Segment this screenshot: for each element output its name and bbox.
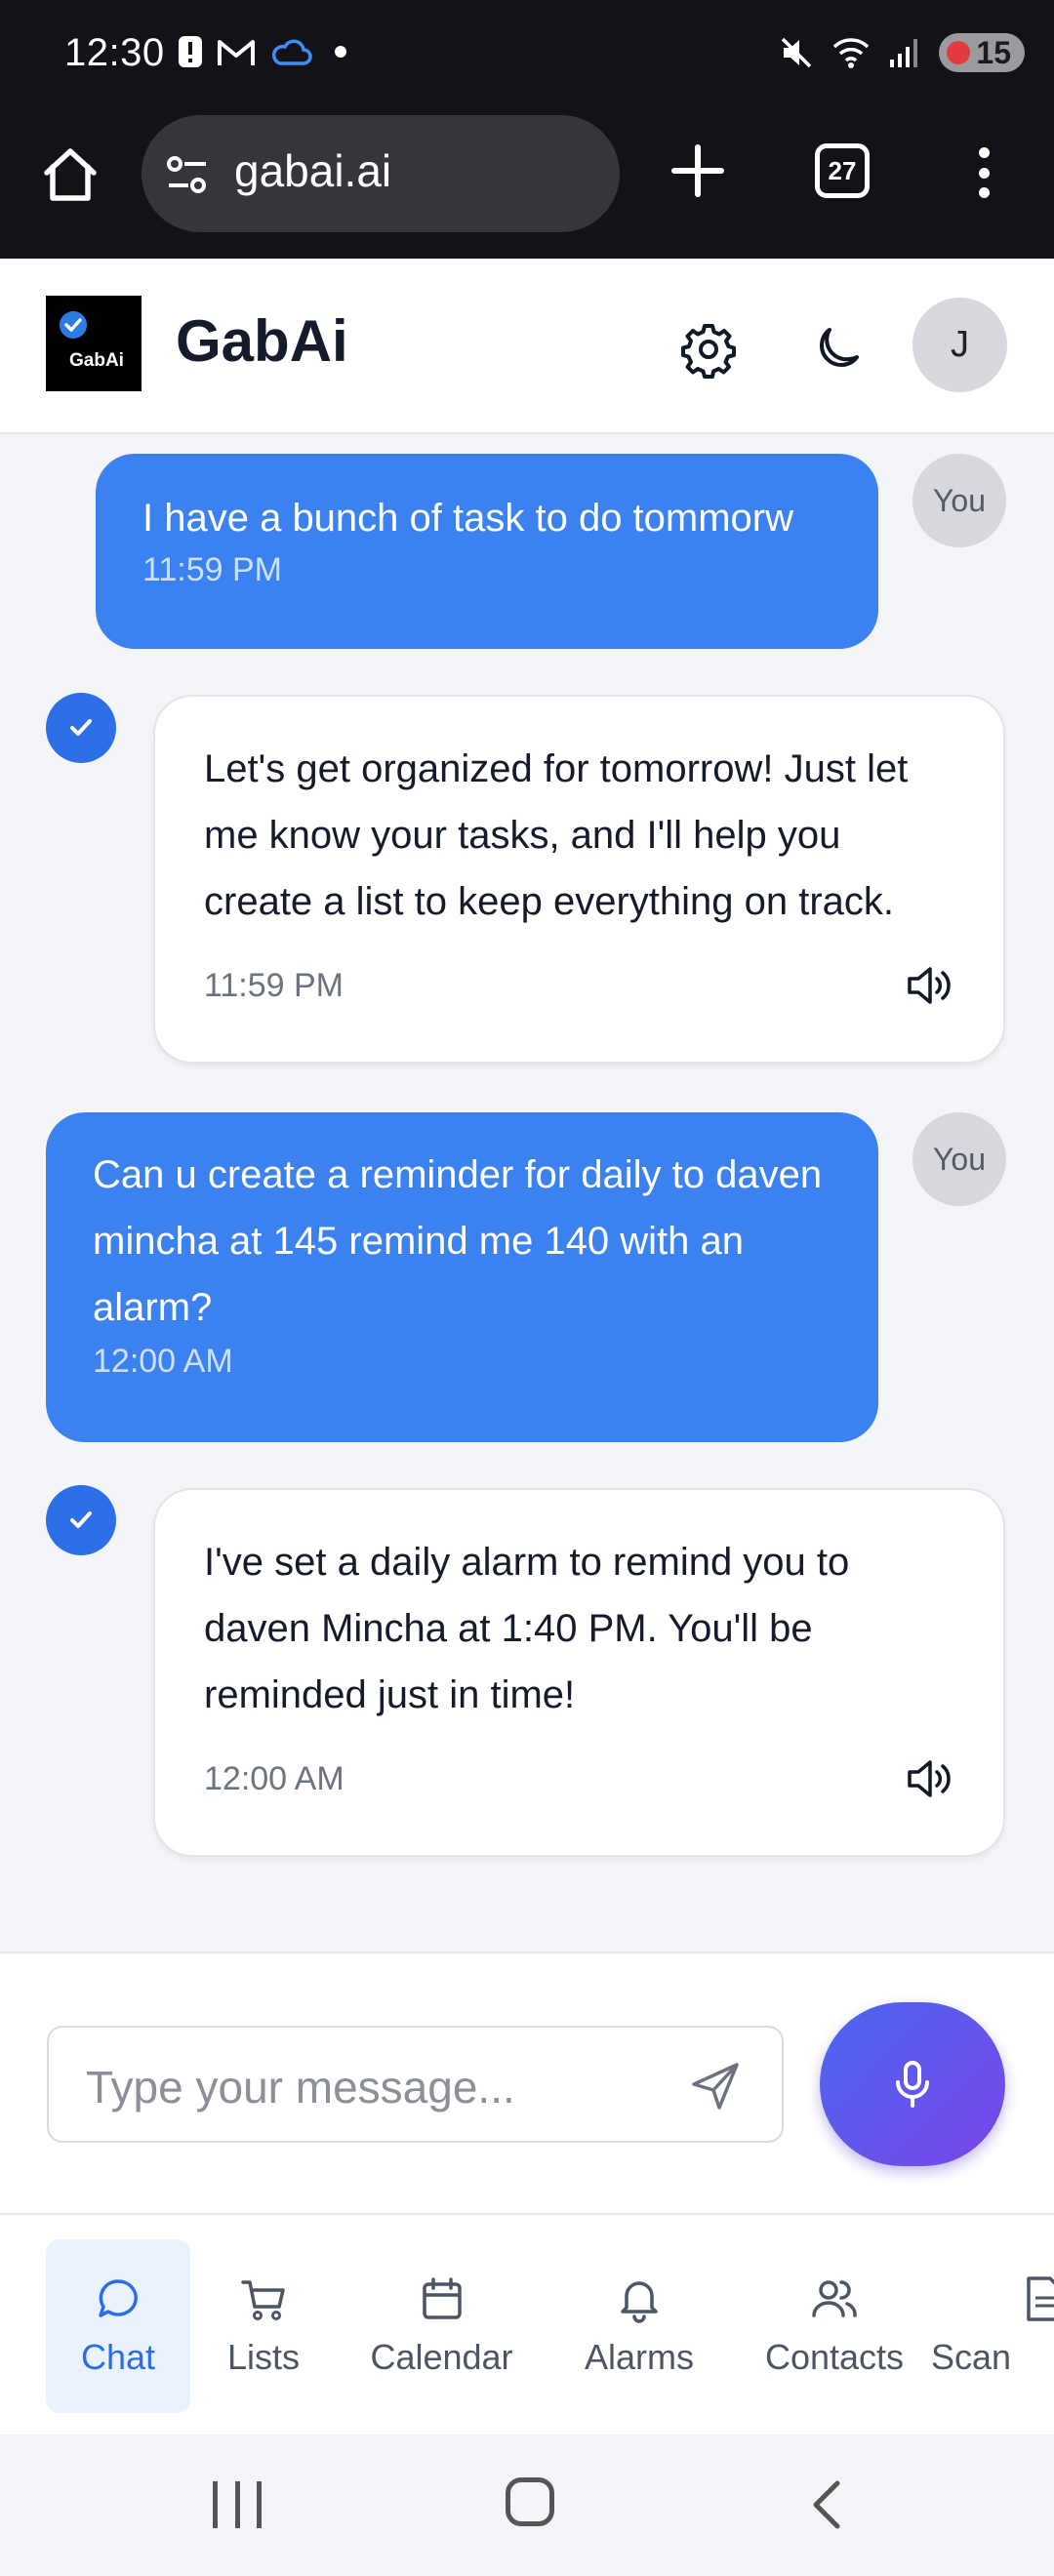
- battery-indicator: 15: [939, 33, 1025, 72]
- calendar-icon: [422, 2277, 462, 2319]
- battery-level: 15: [976, 34, 1011, 70]
- message-time: 12:00 AM: [93, 1343, 233, 1380]
- contacts-icon: [812, 2280, 857, 2317]
- speaker-icon[interactable]: [904, 1753, 954, 1804]
- message-input[interactable]: Type your message...: [47, 2026, 784, 2143]
- address-bar[interactable]: gabai.ai: [142, 115, 620, 232]
- logo-text: GabAi: [69, 350, 124, 371]
- nav-item-label: Scan: [931, 2337, 1012, 2377]
- assistant-avatar: [46, 1485, 116, 1555]
- user-badge: You: [912, 1112, 1006, 1206]
- assistant-message: Let's get organized for tomorrow! Just l…: [153, 695, 1005, 1064]
- speaker-icon[interactable]: [904, 960, 954, 1011]
- nav-item-label: Contacts: [764, 2337, 905, 2377]
- assistant-message: I've set a daily alarm to remind you to …: [153, 1488, 1005, 1857]
- battery-icon: [947, 41, 971, 64]
- signal-icon: [890, 39, 918, 67]
- gmail-icon: [218, 40, 255, 65]
- url-text: gabai.ai: [234, 145, 392, 196]
- avatar[interactable]: J: [912, 298, 1007, 392]
- chat-icon: [99, 2279, 138, 2317]
- composer: Type your message...: [0, 1952, 1054, 2215]
- message-text: I have a bunch of task to do tommorw: [142, 497, 794, 540]
- chat-thread[interactable]: I have a bunch of task to do tommorw 11:…: [0, 436, 1054, 1952]
- logo-check-icon: [60, 311, 87, 339]
- status-left-icons: [178, 35, 355, 68]
- browser-toolbar: gabai.ai 27: [0, 112, 1054, 259]
- tab-switcher-button[interactable]: 27: [815, 143, 870, 198]
- nav-item-calendar[interactable]: Calendar: [361, 2239, 522, 2413]
- nav-item-label: Chat: [80, 2337, 156, 2377]
- message-time: 11:59 PM: [142, 551, 283, 588]
- app-logo: GabAi: [46, 296, 142, 391]
- message-footer: 12:00 AM: [204, 1753, 954, 1804]
- site-settings-icon[interactable]: [165, 152, 210, 197]
- moon-icon[interactable]: [808, 320, 867, 379]
- microphone-icon: [896, 2061, 929, 2108]
- message-time: 12:00 AM: [204, 1759, 345, 1797]
- assistant-avatar: [46, 693, 116, 763]
- system-navigation-bar: [0, 2435, 1054, 2576]
- nav-item-chat[interactable]: Chat: [46, 2239, 190, 2413]
- document-icon: [1027, 2276, 1054, 2321]
- gear-icon[interactable]: [679, 320, 738, 379]
- nav-item-label: Lists: [226, 2337, 301, 2377]
- nav-item-label: Alarms: [584, 2337, 694, 2377]
- home-icon[interactable]: [39, 143, 101, 206]
- dot-icon: [335, 46, 346, 58]
- message-input-placeholder: Type your message...: [86, 2062, 515, 2113]
- nav-item-lists[interactable]: Lists: [210, 2239, 317, 2413]
- back-icon[interactable]: [800, 2477, 855, 2532]
- user-message: Can u create a reminder for daily to dav…: [46, 1112, 878, 1442]
- check-icon: [70, 719, 92, 736]
- status-right-icons: 15: [779, 33, 1025, 72]
- page-title: GabAi: [176, 308, 348, 374]
- bottom-nav: Chat Lists Calendar Alarms Contacts Scan: [0, 2215, 1054, 2435]
- status-bar: 12:30 15: [0, 0, 1054, 112]
- voice-input-button[interactable]: [820, 2002, 1005, 2166]
- wifi-icon: [833, 38, 870, 68]
- send-icon[interactable]: [688, 2059, 743, 2113]
- alert-icon: [179, 36, 202, 67]
- more-menu-icon[interactable]: [966, 141, 1001, 204]
- status-time: 12:30: [64, 31, 165, 74]
- app-header: GabAi GabAi J: [0, 259, 1054, 434]
- mute-icon: [782, 37, 812, 68]
- cart-icon: [241, 2280, 285, 2320]
- nav-item-scan[interactable]: Scan: [927, 2239, 1054, 2413]
- recents-icon[interactable]: [213, 2481, 262, 2528]
- user-message: I have a bunch of task to do tommorw 11:…: [96, 454, 878, 649]
- bell-icon: [621, 2281, 658, 2323]
- user-badge: You: [912, 454, 1006, 547]
- check-icon: [70, 1511, 92, 1528]
- nav-item-contacts[interactable]: Contacts: [751, 2239, 917, 2413]
- message-text: I've set a daily alarm to remind you to …: [204, 1541, 850, 1716]
- nav-item-label: Calendar: [370, 2337, 513, 2377]
- message-time: 11:59 PM: [204, 966, 345, 1004]
- nav-item-alarms[interactable]: Alarms: [571, 2239, 708, 2413]
- home-button-icon[interactable]: [506, 2477, 554, 2526]
- new-tab-icon[interactable]: [669, 141, 727, 200]
- message-text: Can u create a reminder for daily to dav…: [93, 1153, 823, 1329]
- message-footer: 11:59 PM: [204, 960, 954, 1011]
- message-text: Let's get organized for tomorrow! Just l…: [204, 747, 909, 923]
- cloud-icon: [271, 39, 312, 65]
